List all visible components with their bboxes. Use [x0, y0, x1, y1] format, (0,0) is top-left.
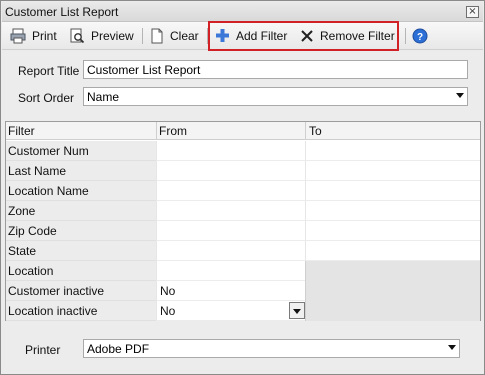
table-row: Location Name: [6, 181, 480, 201]
filter-buttons-highlight: [208, 21, 399, 51]
filter-name-cell: Customer inactive: [6, 281, 156, 301]
from-cell[interactable]: [156, 241, 305, 261]
printer-select[interactable]: Adobe PDF: [83, 339, 460, 358]
table-row: Zip Code: [6, 221, 480, 241]
printer-value: Adobe PDF: [87, 342, 150, 356]
from-cell[interactable]: No: [156, 281, 305, 301]
column-divider: [156, 122, 157, 140]
print-label: Print: [32, 28, 57, 43]
chevron-down-icon: [448, 345, 456, 350]
dropdown-button[interactable]: [289, 302, 305, 319]
column-header-filter: Filter: [8, 124, 35, 138]
sort-order-label: Sort Order: [18, 91, 75, 105]
help-icon: ?: [412, 28, 428, 43]
report-title-input[interactable]: Customer List Report: [83, 60, 468, 79]
table-row: Customer Num: [6, 141, 480, 161]
filter-name-cell: State: [6, 241, 156, 261]
from-dropdown-cell[interactable]: No: [156, 301, 305, 321]
table-row: Zone: [6, 201, 480, 221]
help-button[interactable]: ?: [412, 25, 434, 46]
table-row: Last Name: [6, 161, 480, 181]
from-cell[interactable]: [156, 161, 305, 181]
to-cell[interactable]: [305, 241, 480, 261]
close-button[interactable]: ×: [466, 6, 479, 18]
from-cell[interactable]: [156, 261, 305, 281]
to-cell-disabled: [305, 301, 480, 321]
report-title-label: Report Title: [18, 64, 80, 78]
table-row: Location inactive No: [6, 301, 480, 321]
svg-text:?: ?: [417, 32, 423, 43]
sort-order-select[interactable]: Name: [83, 87, 468, 106]
filter-name-cell: Zip Code: [6, 221, 156, 241]
clear-button[interactable]: Clear: [150, 25, 199, 46]
chevron-down-icon: [293, 309, 301, 314]
table-row: State: [6, 241, 480, 261]
title-bar: Customer List Report ×: [2, 2, 483, 22]
clear-label: Clear: [170, 28, 199, 43]
grid-header: Filter From To: [6, 122, 480, 140]
from-cell[interactable]: [156, 221, 305, 241]
printer-label: Printer: [25, 343, 61, 357]
filter-name-cell: Location: [6, 261, 156, 281]
column-divider: [305, 122, 306, 140]
customer-list-report-window: Customer List Report × Print Preview Cle…: [0, 0, 485, 375]
filter-name-cell: Last Name: [6, 161, 156, 181]
to-cell-disabled: [305, 281, 480, 301]
to-cell[interactable]: [305, 221, 480, 241]
column-header-from: From: [159, 124, 187, 138]
table-row: Customer inactive No: [6, 281, 480, 301]
clear-icon: [151, 28, 163, 43]
window-title: Customer List Report: [5, 5, 119, 19]
printer-icon: [10, 28, 26, 43]
report-title-value: Customer List Report: [87, 63, 201, 77]
table-row: Location: [6, 261, 480, 281]
filter-name-cell: Location Name: [6, 181, 156, 201]
preview-icon: [70, 28, 85, 43]
from-cell[interactable]: [156, 201, 305, 221]
filter-grid: Filter From To Customer Num Last Name Lo…: [5, 121, 481, 321]
sort-order-value: Name: [87, 90, 120, 104]
to-cell[interactable]: [305, 201, 480, 221]
close-icon: ×: [468, 6, 477, 17]
to-cell[interactable]: [305, 141, 480, 161]
toolbar-separator: [142, 28, 143, 44]
chevron-down-icon: [456, 93, 464, 98]
filter-name-cell: Location inactive: [6, 301, 156, 321]
from-dropdown-value: No: [160, 304, 176, 318]
column-header-to: To: [309, 124, 322, 138]
to-cell[interactable]: [305, 161, 480, 181]
print-button[interactable]: Print: [10, 25, 57, 46]
from-cell[interactable]: [156, 141, 305, 161]
to-cell-disabled: [305, 261, 480, 281]
preview-button[interactable]: Preview: [69, 25, 134, 46]
to-cell[interactable]: [305, 181, 480, 201]
preview-label: Preview: [91, 28, 134, 43]
filter-name-cell: Customer Num: [6, 141, 156, 161]
from-cell[interactable]: [156, 181, 305, 201]
filter-name-cell: Zone: [6, 201, 156, 221]
toolbar-separator: [405, 28, 406, 44]
